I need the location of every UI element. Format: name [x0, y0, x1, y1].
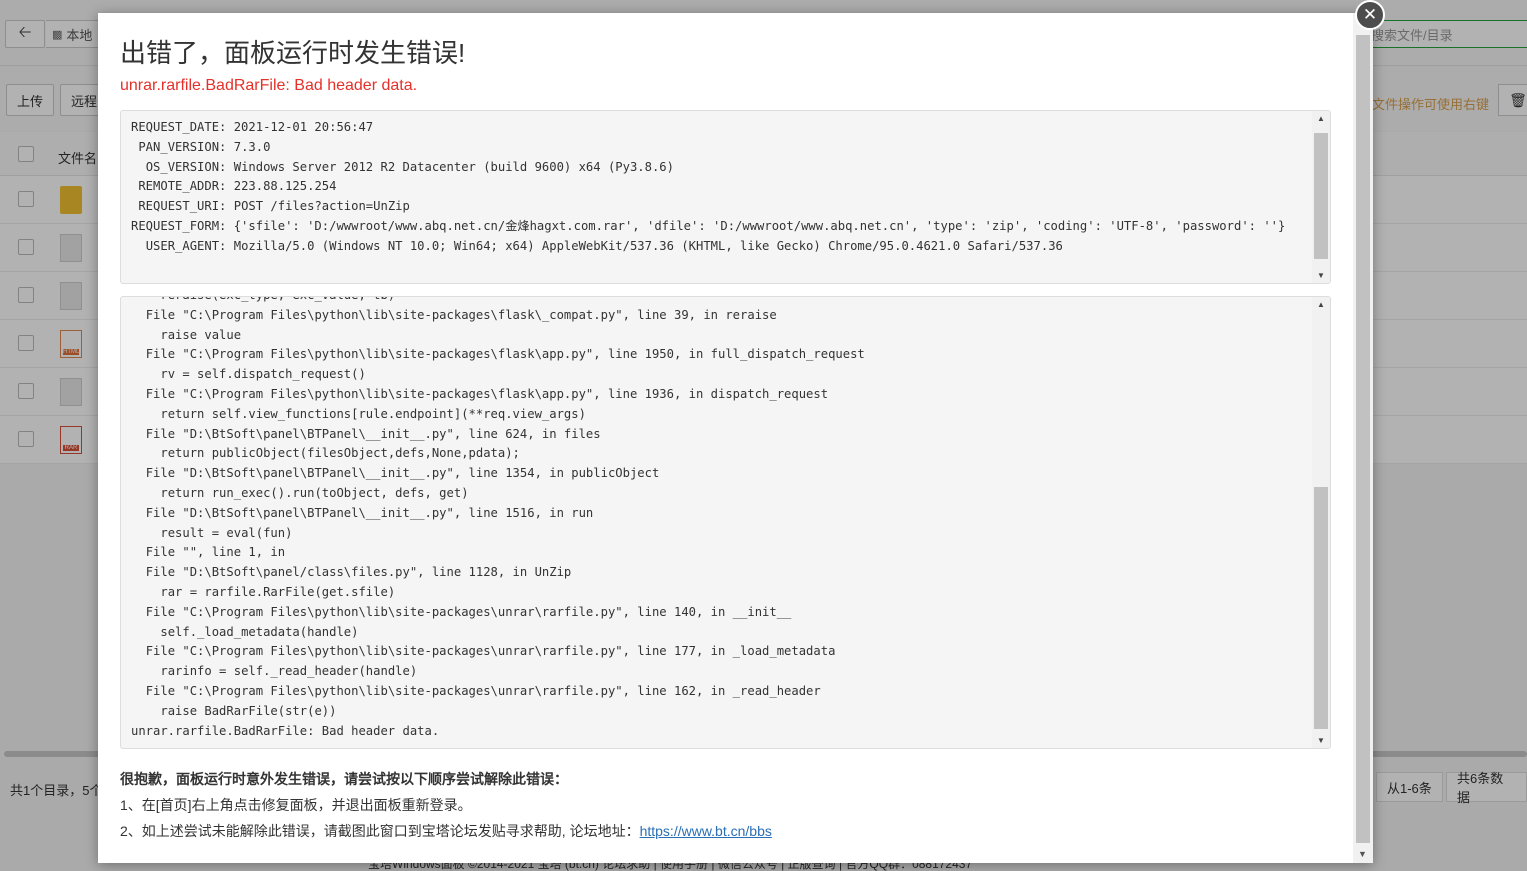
help-step-1: 1、在[首页]右上角点击修复面板，并退出面板重新登录。: [120, 797, 472, 813]
help-title: 很抱歉，面板运行时意外发生错误，请尝试按以下顺序尝试解除此错误：: [120, 771, 568, 787]
traceback-text: reraise(exc_type, exc_value, tb) File "C…: [131, 297, 865, 738]
scroll-up-icon[interactable]: ▲: [1317, 114, 1325, 123]
dialog-scrollbar[interactable]: ▼: [1353, 13, 1373, 863]
scroll-down-icon[interactable]: ▼: [1317, 736, 1325, 745]
scroll-up-icon[interactable]: ▲: [1317, 300, 1325, 309]
help-step-2-text: 2、如上述尝试未能解除此错误，请截图此窗口到宝塔论坛发贴寻求帮助, 论坛地址：: [120, 823, 640, 839]
error-dialog: 出错了，面板运行时发生错误! unrar.rarfile.BadRarFile:…: [98, 13, 1373, 863]
dialog-scroll-thumb[interactable]: [1356, 35, 1370, 843]
error-message: unrar.rarfile.BadRarFile: Bad header dat…: [120, 77, 418, 94]
scroll-thumb[interactable]: [1314, 133, 1328, 259]
close-icon[interactable]: ✕: [1355, 0, 1385, 30]
dialog-title: 出错了，面板运行时发生错误!: [120, 38, 466, 68]
scroll-down-icon[interactable]: ▼: [1358, 849, 1367, 859]
request-info-box[interactable]: REQUEST_DATE: 2021-12-01 20:56:47 PAN_VE…: [120, 110, 1331, 284]
forum-link[interactable]: https://www.bt.cn/bbs: [640, 823, 772, 839]
scroll-thumb[interactable]: [1314, 487, 1328, 729]
help-step-2: 2、如上述尝试未能解除此错误，请截图此窗口到宝塔论坛发贴寻求帮助, 论坛地址：h…: [120, 821, 772, 841]
traceback-box[interactable]: reraise(exc_type, exc_value, tb) File "C…: [120, 296, 1331, 749]
request-info-scrollbar[interactable]: ▲ ▼: [1312, 111, 1330, 283]
traceback-scrollbar[interactable]: ▲ ▼: [1312, 297, 1330, 748]
request-info-text: REQUEST_DATE: 2021-12-01 20:56:47 PAN_VE…: [131, 120, 1286, 253]
scroll-down-icon[interactable]: ▼: [1317, 271, 1325, 280]
